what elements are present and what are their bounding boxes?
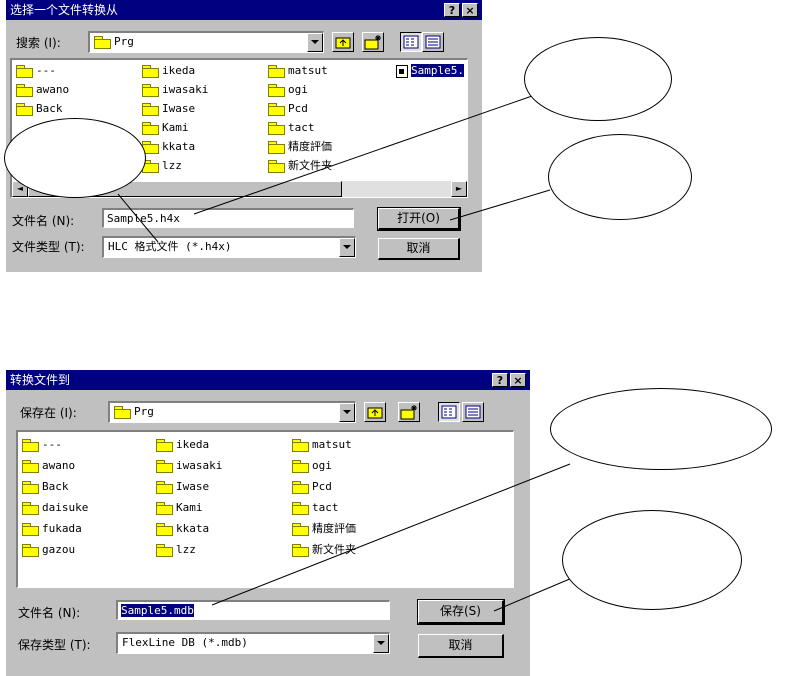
callout-line bbox=[449, 189, 551, 221]
callout-ellipse bbox=[562, 510, 742, 610]
callout-ellipse bbox=[550, 388, 772, 470]
callout-line bbox=[117, 193, 159, 243]
callout-ellipse bbox=[4, 118, 146, 198]
callout-line bbox=[493, 577, 573, 612]
callout-ellipse bbox=[548, 134, 692, 220]
callout-line bbox=[211, 463, 571, 606]
callout-ellipse bbox=[524, 37, 672, 121]
callout-line bbox=[193, 95, 533, 215]
